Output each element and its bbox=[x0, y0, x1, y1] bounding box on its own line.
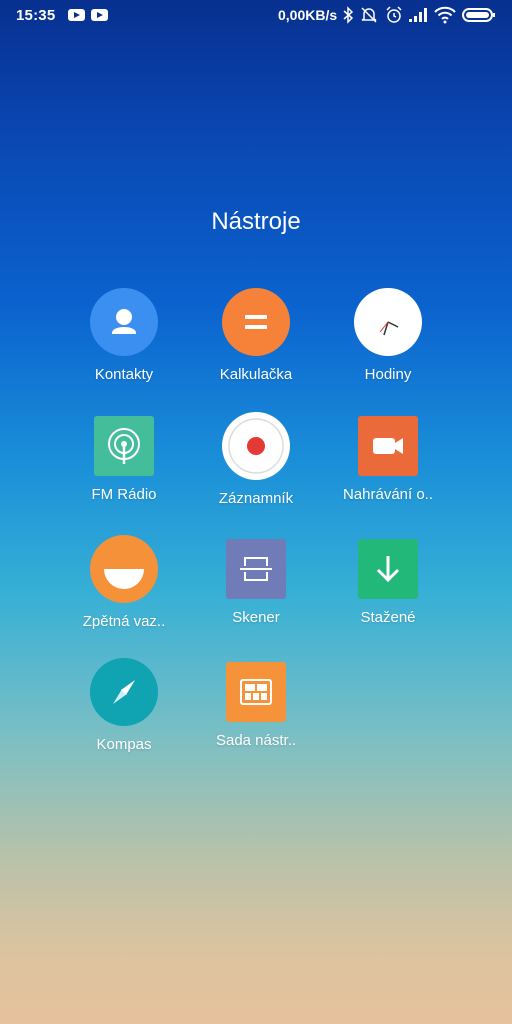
clock-icon bbox=[354, 288, 422, 356]
youtube-icon bbox=[91, 9, 108, 21]
scanner-icon bbox=[226, 539, 286, 599]
compass-icon bbox=[90, 658, 158, 726]
youtube-icon bbox=[68, 9, 85, 21]
app-label: Hodiny bbox=[364, 366, 412, 383]
app-label: FM Rádio bbox=[91, 486, 157, 503]
app-downloads[interactable]: Stažené bbox=[328, 535, 448, 626]
downloads-icon bbox=[358, 539, 418, 599]
app-recorder[interactable]: Záznamník bbox=[196, 412, 316, 507]
dnd-off-icon bbox=[361, 7, 377, 23]
calculator-icon bbox=[222, 288, 290, 356]
fm-radio-icon bbox=[94, 416, 154, 476]
app-label: Skener bbox=[232, 609, 280, 626]
app-scanner[interactable]: Skener bbox=[196, 535, 316, 626]
app-label: Kalkulačka bbox=[219, 366, 293, 383]
app-toolkit[interactable]: Sada nástr.. bbox=[196, 658, 316, 749]
app-screen-recorder[interactable]: Nahrávání o.. bbox=[328, 412, 448, 503]
status-bar: 15:35 0,00KB/s bbox=[0, 0, 512, 32]
app-label: Zpětná vaz.. bbox=[82, 613, 166, 630]
toolkit-icon bbox=[226, 662, 286, 722]
app-compass[interactable]: Kompas bbox=[64, 658, 184, 753]
folder-title: Nástroje bbox=[211, 208, 301, 235]
signal-icon bbox=[409, 8, 427, 22]
app-label: Kompas bbox=[96, 736, 152, 753]
app-contacts[interactable]: Kontakty bbox=[64, 288, 184, 383]
feedback-icon bbox=[90, 535, 158, 603]
app-calculator[interactable]: Kalkulačka bbox=[196, 288, 316, 383]
bluetooth-icon bbox=[343, 6, 353, 24]
app-feedback[interactable]: Zpětná vaz.. bbox=[64, 535, 184, 630]
recorder-icon bbox=[222, 412, 290, 480]
battery-icon bbox=[462, 8, 495, 22]
app-label: Sada nástr.. bbox=[215, 732, 297, 749]
contacts-icon bbox=[90, 288, 158, 356]
app-label: Kontakty bbox=[94, 366, 154, 383]
app-clock[interactable]: Hodiny bbox=[328, 288, 448, 383]
app-fm-radio[interactable]: FM Rádio bbox=[64, 412, 184, 503]
app-label: Záznamník bbox=[218, 490, 294, 507]
app-label: Nahrávání o.. bbox=[342, 486, 434, 503]
alarm-icon bbox=[386, 6, 402, 23]
wifi-icon bbox=[434, 6, 456, 24]
status-time: 15:35 bbox=[16, 7, 56, 24]
net-speed: 0,00KB/s bbox=[278, 7, 338, 23]
screen-recorder-icon bbox=[358, 416, 418, 476]
app-label: Stažené bbox=[360, 609, 416, 626]
